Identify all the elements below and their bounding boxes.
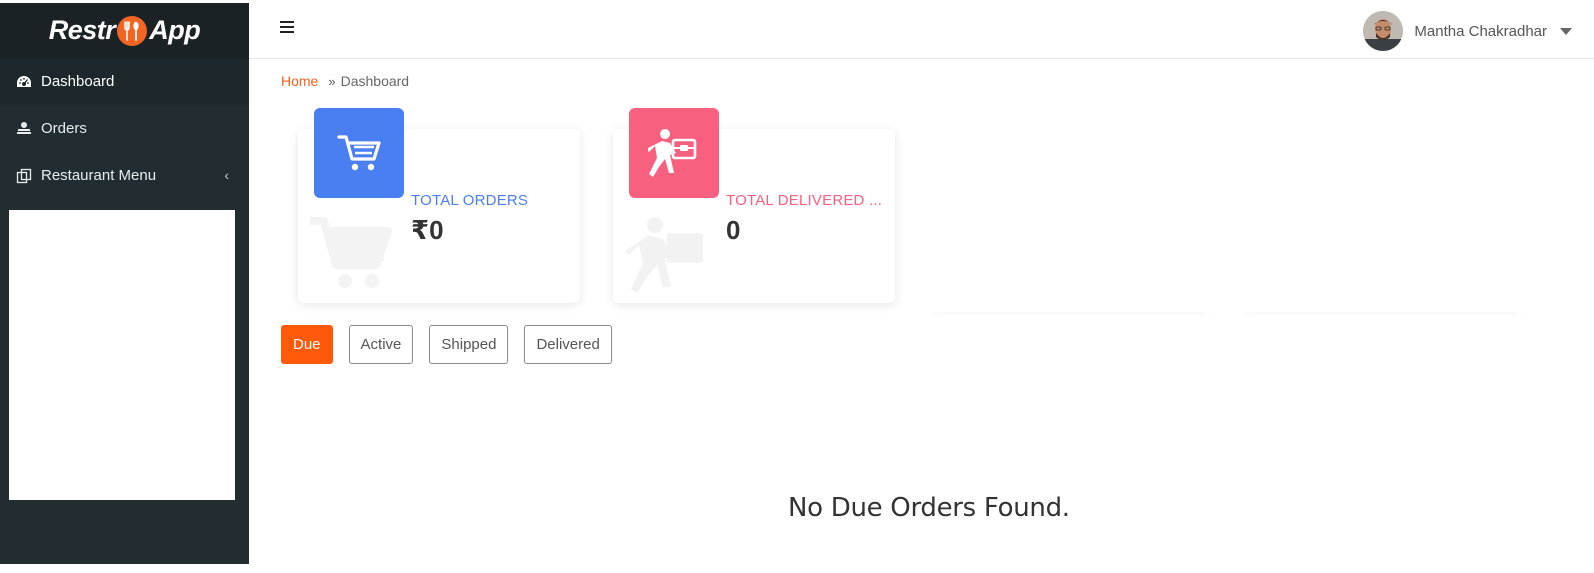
caret-down-icon[interactable] bbox=[1560, 27, 1572, 35]
empty-orders-message: No Due Orders Found. bbox=[788, 493, 1070, 523]
stat-label: TOTAL ORDERS bbox=[411, 192, 529, 209]
cart-watermark-icon bbox=[308, 217, 392, 296]
brand-name-part1: Restr bbox=[48, 15, 116, 45]
brand-logo[interactable]: Restr App bbox=[0, 3, 249, 58]
sidebar-item-orders[interactable]: Orders bbox=[0, 105, 249, 152]
sidebar-blank-panel bbox=[9, 210, 235, 500]
tab-shipped[interactable]: Shipped bbox=[429, 325, 509, 364]
stat-card-total-orders: TOTAL ORDERS ₹0 bbox=[298, 108, 580, 303]
orders-icon bbox=[15, 120, 33, 138]
order-status-tabs: Due Active Shipped Delivered bbox=[281, 325, 628, 364]
breadcrumb-separator-icon: » bbox=[328, 73, 336, 89]
delivery-icon bbox=[629, 108, 719, 198]
sidebar-item-label: Restaurant Menu bbox=[41, 167, 157, 184]
user-menu[interactable]: Mantha Chakradhar bbox=[1363, 11, 1572, 51]
tab-active[interactable]: Active bbox=[348, 325, 414, 364]
stat-label: TOTAL DELIVERED ... bbox=[726, 192, 883, 209]
user-name: Mantha Chakradhar bbox=[1414, 22, 1547, 40]
breadcrumb: Home » Dashboard bbox=[281, 73, 409, 89]
stat-value: 0 bbox=[726, 215, 741, 245]
hamburger-icon[interactable] bbox=[280, 21, 294, 35]
delivery-watermark-icon bbox=[623, 217, 707, 302]
breadcrumb-current: Dashboard bbox=[340, 73, 410, 89]
stat-value: ₹0 bbox=[411, 215, 444, 245]
tab-delivered[interactable]: Delivered bbox=[524, 325, 612, 364]
sidebar: Restr App Dashboard Orders Restaurant Me… bbox=[0, 3, 249, 564]
sidebar-item-dashboard[interactable]: Dashboard bbox=[0, 58, 249, 105]
stat-card-total-delivered: TOTAL DELIVERED ... 0 bbox=[613, 108, 895, 303]
sidebar-item-label: Dashboard bbox=[41, 73, 115, 90]
breadcrumb-home-link[interactable]: Home bbox=[281, 73, 318, 89]
sidebar-item-label: Orders bbox=[41, 120, 87, 137]
sidebar-item-restaurant-menu[interactable]: Restaurant Menu ‹ bbox=[0, 152, 249, 199]
brand-name-part2: App bbox=[149, 15, 201, 45]
stat-card-placeholder bbox=[928, 140, 1213, 312]
chevron-left-icon[interactable]: ‹ bbox=[224, 167, 229, 183]
cart-icon bbox=[314, 108, 404, 198]
tab-due[interactable]: Due bbox=[281, 325, 333, 364]
top-header: Mantha Chakradhar bbox=[249, 3, 1594, 59]
dashboard-icon bbox=[15, 73, 33, 91]
fork-spoon-logo-icon bbox=[117, 15, 148, 46]
avatar[interactable] bbox=[1363, 11, 1404, 51]
menu-icon bbox=[15, 167, 33, 185]
stat-card-placeholder bbox=[1240, 140, 1525, 312]
